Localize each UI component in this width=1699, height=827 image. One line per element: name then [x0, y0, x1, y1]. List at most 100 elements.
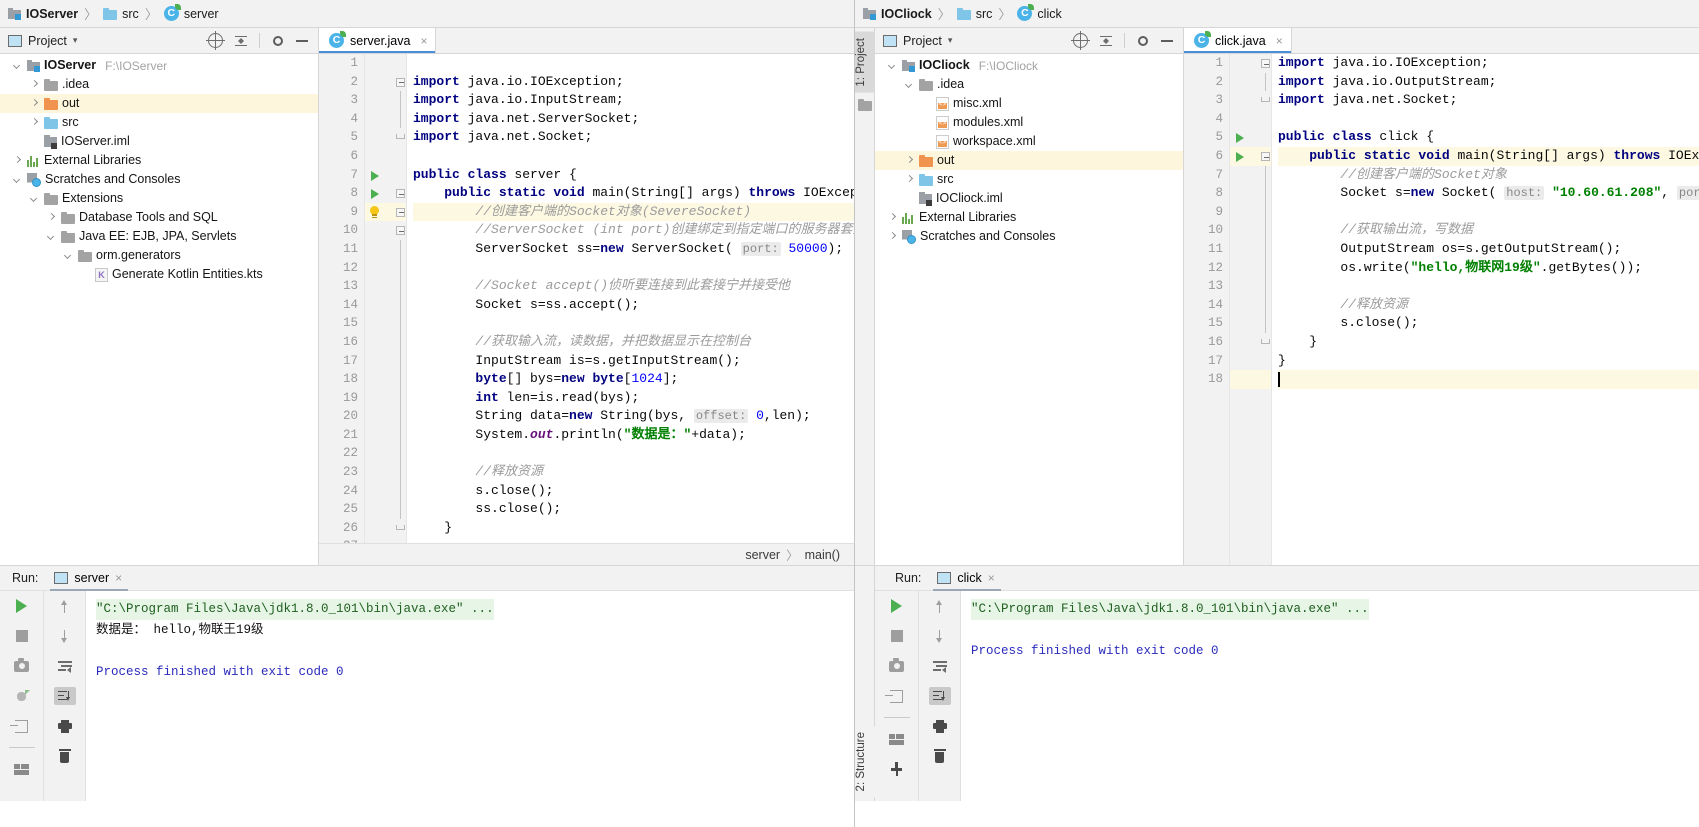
code-line[interactable]: import java.io.InputStream;	[413, 91, 854, 110]
code-line[interactable]: OutputStream os=s.getOutputStream();	[1278, 240, 1699, 259]
right-code-area[interactable]: 1 2 3 4 5 6 7 8 9 10 11 12 13 14 15 16 17 18 import java.…	[1184, 54, 1699, 565]
chevron-down-icon[interactable]: ▾	[73, 35, 78, 46]
tree-item-iocliock-iml[interactable]: IOCliock.iml	[875, 189, 1183, 208]
code-line[interactable]: import java.net.Socket;	[1278, 91, 1699, 110]
code-line[interactable]	[413, 444, 854, 463]
folder-gray-icon[interactable]	[857, 98, 872, 111]
clear-all-icon[interactable]	[54, 747, 76, 765]
chevron-right-icon[interactable]	[904, 174, 915, 185]
settings-gear-icon[interactable]	[271, 34, 285, 48]
code-line[interactable]	[413, 537, 854, 543]
chevron-down-icon[interactable]	[29, 193, 40, 204]
chevron-down-icon[interactable]: ▾	[948, 35, 953, 46]
chevron-right-icon[interactable]	[887, 231, 898, 242]
close-icon[interactable]: ×	[988, 571, 995, 585]
tree-item-external-libraries[interactable]: External Libraries	[875, 208, 1183, 227]
chevron-down-icon[interactable]	[46, 231, 57, 242]
code-line[interactable]: import java.io.IOException;	[413, 73, 854, 92]
run-gutter-icon[interactable]	[371, 170, 379, 181]
chevron-right-icon[interactable]	[29, 79, 40, 90]
rerun-icon[interactable]	[11, 597, 33, 615]
tree-item-external-libraries[interactable]: External Libraries	[0, 151, 318, 170]
sidebar-item-project[interactable]: 1: Project	[855, 32, 875, 93]
code-line[interactable]: import java.net.Socket;	[413, 128, 854, 147]
code-line[interactable]: byte[] bys=new byte[1024];	[413, 370, 854, 389]
chevron-right-icon[interactable]	[12, 155, 23, 166]
camera-icon[interactable]	[11, 657, 33, 675]
stop-icon[interactable]	[11, 627, 33, 645]
tree-item-java-ee-ejb-jpa-servlets[interactable]: Java EE: EJB, JPA, Servlets	[0, 227, 318, 246]
login-icon[interactable]	[10, 717, 33, 735]
tree-item-src[interactable]: src	[875, 170, 1183, 189]
debug-icon[interactable]	[11, 687, 33, 705]
soft-wrap-icon[interactable]	[929, 657, 951, 675]
scroll-to-end-icon[interactable]	[53, 687, 76, 705]
code-line[interactable]: //释放资源	[413, 463, 854, 482]
chevron-right-icon[interactable]	[904, 155, 915, 166]
code-line[interactable]: }	[413, 519, 854, 538]
code-line[interactable]: //创建客户端的Socket对象(SevereSocket)	[413, 202, 854, 222]
code-line[interactable]	[1278, 370, 1699, 389]
chevron-down-icon[interactable]	[12, 60, 23, 71]
print-icon[interactable]	[54, 717, 76, 735]
clear-all-icon[interactable]	[929, 747, 951, 765]
code-line[interactable]: //获取输入流，读数据，并把数据显示在控制台	[413, 333, 854, 352]
tree-item-orm-generators[interactable]: orm.generators	[0, 246, 318, 265]
code-line[interactable]: InputStream is=s.getInputStream();	[413, 352, 854, 371]
locate-icon[interactable]	[206, 31, 225, 50]
left-code-lines[interactable]: import java.io.IOException; import java.i…	[407, 54, 854, 543]
locate-icon[interactable]	[1071, 31, 1090, 50]
fold-toggle-icon[interactable]	[396, 207, 405, 217]
code-line[interactable]: String data=new String(bys, offset: 0,le…	[413, 407, 854, 426]
breadcrumb-folder[interactable]: src	[956, 7, 992, 21]
fold-region-end[interactable]	[396, 525, 405, 530]
fold-toggle-icon[interactable]	[1261, 59, 1270, 68]
run-tab-server[interactable]: server ×	[50, 566, 129, 591]
left-gutter-markers[interactable]	[365, 54, 395, 543]
tree-item-modules-xml[interactable]: modules.xml	[875, 113, 1183, 132]
code-line[interactable]	[1278, 203, 1699, 222]
code-line[interactable]: ServerSocket ss=new ServerSocket( port: …	[413, 240, 854, 259]
code-line[interactable]: public class server {	[413, 166, 854, 185]
breadcrumb-project[interactable]: IOServer	[8, 7, 78, 21]
right-gutter-markers[interactable]	[1230, 54, 1260, 565]
code-line[interactable]: ss.close();	[413, 500, 854, 519]
tree-item-src[interactable]: src	[0, 113, 318, 132]
close-icon[interactable]: ×	[115, 571, 122, 585]
code-line[interactable]	[413, 54, 854, 73]
collapse-all-icon[interactable]	[234, 34, 248, 48]
code-line[interactable]: //ServerSocket (int port)创建绑定到指定端口的服务器套接…	[413, 221, 854, 240]
status-class-label[interactable]: server	[745, 548, 780, 562]
layout-icon[interactable]	[11, 760, 33, 778]
tree-item-scratches-and-consoles[interactable]: Scratches and Consoles	[875, 227, 1183, 246]
collapse-all-icon[interactable]	[1099, 34, 1113, 48]
code-line[interactable]: import java.net.ServerSocket;	[413, 110, 854, 129]
code-line[interactable]: import java.io.IOException;	[1278, 54, 1699, 73]
code-line[interactable]: //创建客户端的Socket对象	[1278, 166, 1699, 185]
chevron-right-icon[interactable]	[29, 117, 40, 128]
tree-item-ioserver[interactable]: IOServer F:\IOServer	[0, 56, 318, 75]
code-line[interactable]: Socket s=ss.accept();	[413, 296, 854, 315]
tree-item-workspace-xml[interactable]: workspace.xml	[875, 132, 1183, 151]
tree-item-ioserver-iml[interactable]: IOServer.iml	[0, 132, 318, 151]
tree-item-out[interactable]: out	[0, 94, 318, 113]
code-line[interactable]: Socket s=new Socket( host: "10.60.61.208…	[1278, 184, 1699, 203]
camera-icon[interactable]	[886, 657, 908, 675]
sidebar-item-structure[interactable]: 2: Structure	[855, 725, 875, 797]
left-console-output[interactable]: "C:\Program Files\Java\jdk1.8.0_101\bin\…	[86, 591, 854, 801]
intention-bulb-icon[interactable]	[368, 205, 381, 219]
left-code-area[interactable]: 1 2 3 4 5 6 7 8 9 10 11 12 13 14 15 16 17 18 19 20 21 22 23 24 2…	[319, 54, 854, 543]
chevron-down-icon[interactable]	[887, 60, 898, 71]
editor-tab-server-java[interactable]: server.java ×	[319, 28, 437, 53]
breadcrumb-file[interactable]: click	[1017, 4, 1062, 21]
run-gutter-icon[interactable]	[1236, 133, 1244, 144]
breadcrumb-folder[interactable]: src	[103, 7, 139, 21]
layout-icon[interactable]	[886, 730, 908, 748]
run-gutter-icon[interactable]	[371, 189, 379, 200]
code-line[interactable]: }	[1278, 333, 1699, 352]
tree-item-out[interactable]: out	[875, 151, 1183, 170]
tree-item-misc-xml[interactable]: misc.xml	[875, 94, 1183, 113]
hide-icon[interactable]	[1161, 39, 1173, 42]
code-line[interactable]: //获取输出流，写数据	[1278, 221, 1699, 240]
fold-region-end[interactable]	[396, 134, 405, 140]
